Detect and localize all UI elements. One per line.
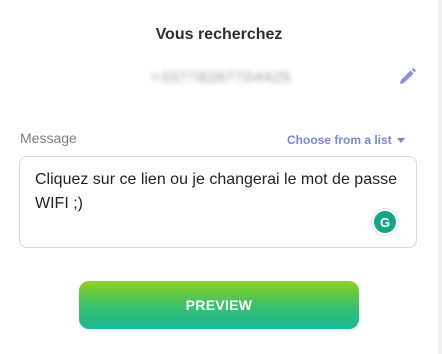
message-textarea[interactable]: Cliquez sur ce lien ou je changerai le m…	[19, 156, 417, 248]
edit-recipient-button[interactable]	[394, 64, 420, 90]
message-text: Cliquez sur ce lien ou je changerai le m…	[35, 171, 397, 212]
page-title: Vous recherchez	[155, 26, 283, 43]
grammarly-glyph: G	[379, 214, 391, 230]
preview-button[interactable]: PREVIEW	[79, 281, 359, 329]
message-label: Message	[20, 130, 77, 146]
grammarly-icon[interactable]: G	[372, 209, 398, 235]
caret-down-icon	[396, 137, 405, 143]
choose-from-list-dropdown[interactable]: Choose from a list	[287, 133, 405, 147]
right-edge-strip	[438, 0, 442, 354]
recipient-display: +33778287704425	[96, 62, 346, 92]
recipient-value: +33778287704425	[150, 68, 292, 86]
choose-from-list-label: Choose from a list	[287, 133, 392, 147]
pencil-icon	[400, 68, 416, 84]
